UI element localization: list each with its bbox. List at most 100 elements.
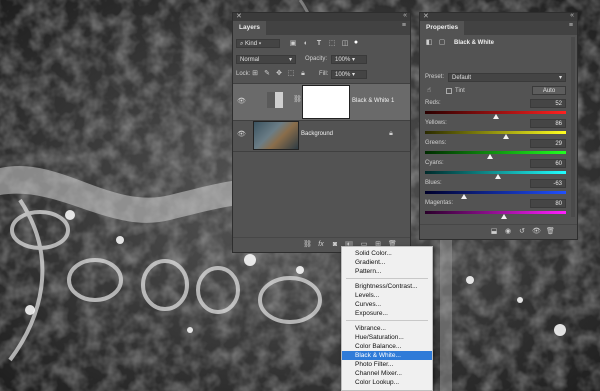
slider-track[interactable] (425, 191, 566, 194)
targeted-adjustment-hand-icon[interactable]: ☝︎ (425, 87, 433, 95)
lock-transparent-icon[interactable]: ⊞ (251, 70, 259, 78)
slider-handle[interactable] (502, 134, 509, 139)
layer-thumbnail (253, 121, 299, 150)
close-icon[interactable]: ✕ (423, 12, 429, 20)
tab-properties[interactable]: Properties (420, 21, 465, 35)
menu-item[interactable]: Black & White... (342, 351, 432, 360)
slider-handle[interactable] (495, 174, 502, 179)
menu-item[interactable]: Brightness/Contrast... (342, 282, 432, 291)
menu-item[interactable]: Levels... (342, 291, 432, 300)
layer-row[interactable]: 👁︎ ⛓︎ Black & White 1 (233, 83, 410, 121)
link-icon[interactable]: ⛓︎ (303, 241, 312, 249)
layers-panel: ✕ « Layers ≡ ⌕ Kind ▾ ▣ ◐ T ⬚ ◫ ● Normal… (232, 12, 411, 253)
layer-name[interactable]: Black & White 1 (352, 98, 394, 104)
menu-item[interactable]: Hue/Saturation... (342, 333, 432, 342)
opacity-value: 100% (335, 57, 351, 63)
preset-label: Preset: (425, 74, 445, 80)
slider-handle[interactable] (460, 194, 467, 199)
menu-item[interactable]: Color Balance... (342, 342, 432, 351)
layer-mask-thumbnail[interactable] (302, 85, 350, 119)
slider-value-field[interactable]: 80 (530, 199, 566, 208)
menu-item[interactable]: Curves... (342, 300, 432, 309)
shape-filter-icon[interactable]: ⬚ (328, 40, 336, 48)
menu-item[interactable]: Solid Color... (342, 249, 432, 258)
slider-value-field[interactable]: 52 (530, 99, 566, 108)
preset-select[interactable]: Default ▾ (448, 73, 566, 82)
fill-label: Fill: (319, 71, 329, 77)
opacity-label: Opacity: (305, 56, 328, 62)
lock-position-icon[interactable]: ✥ (275, 70, 283, 78)
preset-value: Default (452, 75, 472, 81)
slider-value-field[interactable]: -63 (530, 179, 566, 188)
slider-track[interactable] (425, 131, 566, 134)
slider-handle[interactable] (486, 154, 493, 159)
kind-filter-select[interactable]: ⌕ Kind ▾ (236, 39, 280, 48)
menu-item[interactable]: Vibrance... (342, 324, 432, 333)
tab-layers[interactable]: Layers (233, 21, 266, 35)
properties-title: Black & White (454, 40, 495, 46)
lock-artboard-icon[interactable]: ⬚ (287, 70, 295, 78)
smart-object-filter-icon[interactable]: ◫ (341, 40, 349, 48)
properties-footer: ⬓ ◉ ↺ 👁︎ 🗑︎ (420, 224, 577, 239)
properties-panel: ✕ « Properties ≡ ◧ ▢ Black & White Prese… (419, 12, 578, 240)
menu-separator (346, 320, 428, 321)
visibility-toggle-icon[interactable]: 👁︎ (532, 228, 541, 236)
opacity-field[interactable]: 100% ▾ (331, 55, 367, 64)
slider-track[interactable] (425, 211, 566, 214)
lock-all-icon[interactable]: 🔒︎ (299, 70, 307, 78)
slider-label: Magentas: (425, 200, 454, 206)
panel-menu-icon[interactable]: ≡ (569, 22, 573, 29)
mask-icon[interactable]: ◙ (331, 241, 339, 249)
adjustment-filter-icon[interactable]: ◐ (302, 40, 310, 48)
collapse-icon[interactable]: « (403, 12, 407, 19)
slider-label: Greens: (425, 140, 447, 146)
blend-mode-value: Normal (240, 57, 260, 63)
collapse-icon[interactable]: « (570, 12, 574, 19)
type-filter-icon[interactable]: T (315, 40, 323, 48)
panel-menu-icon[interactable]: ≡ (402, 22, 406, 29)
lock-label: Lock: (236, 71, 251, 77)
view-previous-icon[interactable]: ◉ (504, 228, 512, 236)
adjustment-layer-icon (267, 92, 283, 108)
blend-mode-select[interactable]: Normal ▾ (236, 55, 296, 64)
fill-field[interactable]: 100% ▾ (331, 70, 367, 79)
close-icon[interactable]: ✕ (236, 12, 242, 20)
pixel-filter-icon[interactable]: ▣ (289, 40, 297, 48)
slider-label: Cyans: (425, 160, 444, 166)
slider-label: Reds: (425, 100, 441, 106)
clip-to-layer-icon[interactable]: ⬓ (490, 228, 498, 236)
visibility-eye-icon[interactable]: 👁︎ (237, 131, 246, 139)
menu-item[interactable]: Color Lookup... (342, 378, 432, 387)
menu-item[interactable]: Photo Filter... (342, 360, 432, 369)
lock-pixels-icon[interactable]: ✎ (263, 70, 271, 78)
slider-handle[interactable] (500, 214, 507, 219)
layer-name[interactable]: Background (301, 131, 333, 137)
slider-value-field[interactable]: 86 (530, 119, 566, 128)
filter-toggle-icon[interactable]: ● (352, 39, 360, 47)
scrollbar[interactable] (571, 37, 575, 217)
lock-icon: 🔒︎ (389, 130, 393, 137)
auto-button[interactable]: Auto (532, 86, 566, 95)
slider-label: Blues: (425, 180, 442, 186)
fx-icon[interactable]: fx (317, 241, 325, 249)
menu-item[interactable]: Channel Mixer... (342, 369, 432, 378)
tint-checkbox[interactable] (446, 88, 452, 94)
slider-value-field[interactable]: 29 (530, 139, 566, 148)
reset-icon[interactable]: ↺ (518, 228, 526, 236)
layers-panel-titlebar[interactable] (233, 13, 410, 21)
mask-properties-icon[interactable]: ▢ (438, 39, 446, 47)
menu-item[interactable]: Gradient... (342, 258, 432, 267)
menu-item[interactable]: Exposure... (342, 309, 432, 318)
fill-value: 100% (335, 72, 351, 78)
trash-icon[interactable]: 🗑︎ (546, 228, 555, 236)
slider-handle[interactable] (493, 114, 500, 119)
adjustment-type-icon: ◧ (425, 39, 433, 46)
visibility-eye-icon[interactable]: 👁︎ (237, 98, 246, 106)
layer-row[interactable]: 👁︎ Background 🔒︎ (233, 119, 410, 152)
slider-track[interactable] (425, 151, 566, 154)
menu-item[interactable]: Pattern... (342, 267, 432, 276)
chain-link-icon[interactable]: ⛓︎ (293, 96, 302, 104)
slider-value-field[interactable]: 60 (530, 159, 566, 168)
tint-label: Tint (455, 88, 465, 94)
properties-panel-titlebar[interactable] (420, 13, 577, 21)
